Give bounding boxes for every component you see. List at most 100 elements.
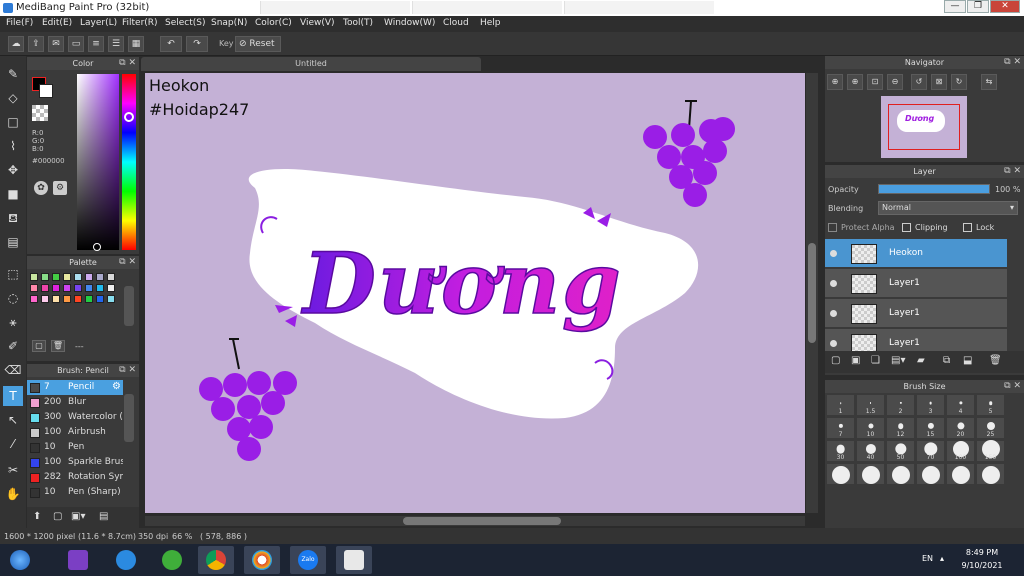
- eraser-tool-icon[interactable]: ◇: [3, 88, 23, 108]
- brush-size-cell[interactable]: [886, 463, 915, 485]
- transparent-color-swatch[interactable]: [32, 105, 48, 121]
- redo-icon[interactable]: ↷: [186, 36, 208, 52]
- hue-slider[interactable]: [122, 74, 136, 250]
- palette-swatch[interactable]: [63, 295, 71, 303]
- brush-size-cell[interactable]: 2: [886, 394, 915, 416]
- brush-size-cell[interactable]: 5: [976, 394, 1005, 416]
- drawing-canvas[interactable]: Dương Heokon #Hoidap247: [145, 73, 805, 513]
- brush-size-cell[interactable]: 150: [976, 440, 1005, 462]
- flip-horizontal-icon[interactable]: ⇆: [981, 74, 997, 90]
- menu-snap[interactable]: Snap(N): [211, 18, 247, 28]
- horizontal-scroll-thumb[interactable]: [403, 517, 561, 525]
- layer-menu-icon[interactable]: ▤▾: [891, 355, 905, 366]
- secondary-color-swatch[interactable]: [39, 84, 53, 98]
- brush-size-cell[interactable]: 4: [946, 394, 975, 416]
- palette-swatch[interactable]: [74, 273, 82, 281]
- brush-item[interactable]: 10 Pen: [27, 440, 123, 455]
- select-pen-icon[interactable]: ✐: [3, 336, 23, 356]
- delete-palette-icon[interactable]: 🗑: [51, 340, 65, 352]
- menu-tool[interactable]: Tool(T): [343, 18, 373, 28]
- vertical-scrollbar[interactable]: [806, 73, 818, 513]
- palette-swatch[interactable]: [96, 273, 104, 281]
- export-icon[interactable]: ⇪: [28, 36, 44, 52]
- coccoc-browser-icon[interactable]: [154, 546, 190, 574]
- select-tool-icon[interactable]: ⬚: [3, 264, 23, 284]
- palette-swatch[interactable]: [96, 284, 104, 292]
- palette-swatch[interactable]: [41, 284, 49, 292]
- panel-close-icon[interactable]: ⧉ ✕: [1004, 380, 1021, 393]
- chrome-icon[interactable]: [198, 546, 234, 574]
- system-clock[interactable]: 8:49 PM 9/10/2021: [957, 548, 1007, 570]
- brush-size-cell[interactable]: [916, 463, 945, 485]
- menu-select[interactable]: Select(S): [165, 18, 206, 28]
- brush-size-cell[interactable]: 30: [826, 440, 855, 462]
- color-picker-cursor[interactable]: [93, 243, 101, 251]
- color-wheel-icon[interactable]: ✿: [34, 181, 48, 195]
- rotate-left-icon[interactable]: ↺: [911, 74, 927, 90]
- merge-layer-icon[interactable]: ⬓: [963, 355, 972, 366]
- zoom-in-icon[interactable]: ⊕: [847, 74, 863, 90]
- magic-wand-icon[interactable]: ⚹: [3, 312, 23, 332]
- horizontal-scrollbar[interactable]: [145, 516, 805, 526]
- panel-close-icon[interactable]: ⧉ ✕: [119, 57, 136, 70]
- color-settings-icon[interactable]: ⚙: [53, 181, 67, 195]
- brush-size-cell[interactable]: 50: [886, 440, 915, 462]
- brush-tool-icon[interactable]: ✎: [3, 64, 23, 84]
- navigator-viewport-box[interactable]: [888, 104, 960, 150]
- brush-size-cell[interactable]: 15: [916, 417, 945, 439]
- restore-button[interactable]: ❐: [967, 0, 989, 13]
- palette-swatch[interactable]: [41, 273, 49, 281]
- brush-size-cell[interactable]: 25: [976, 417, 1005, 439]
- zoom-out-icon[interactable]: ⊖: [887, 74, 903, 90]
- layer-scrollbar[interactable]: [1007, 239, 1019, 351]
- brush-size-cell[interactable]: 12: [886, 417, 915, 439]
- palette-swatch[interactable]: [52, 295, 60, 303]
- layer-row[interactable]: Layer1: [825, 269, 1007, 298]
- visibility-icon[interactable]: [830, 310, 837, 317]
- zalo-icon[interactable]: Zalo: [290, 546, 326, 574]
- layer-row[interactable]: Layer1: [825, 329, 1007, 351]
- palette-swatch[interactable]: [41, 295, 49, 303]
- bucket-tool-icon[interactable]: ⛾: [3, 208, 23, 228]
- medibang-icon[interactable]: [336, 546, 372, 574]
- palette-swatch[interactable]: [85, 273, 93, 281]
- document-tab[interactable]: Untitled: [141, 57, 481, 71]
- brush-menu-icon[interactable]: ▣▾: [71, 511, 85, 522]
- opacity-slider[interactable]: [878, 184, 990, 194]
- palette-swatch[interactable]: [63, 284, 71, 292]
- brush-size-cell[interactable]: 3: [916, 394, 945, 416]
- move-tool-icon[interactable]: ✥: [3, 160, 23, 180]
- navigator-preview[interactable]: Dương: [881, 96, 967, 158]
- visibility-icon[interactable]: [830, 280, 837, 287]
- hand-tool-icon[interactable]: ✋: [3, 484, 23, 504]
- brush-size-cell[interactable]: [976, 463, 1005, 485]
- comment-icon[interactable]: ✉: [48, 36, 64, 52]
- paint-app-icon[interactable]: [244, 546, 280, 574]
- menu-file[interactable]: File(F): [6, 18, 33, 28]
- start-button[interactable]: [2, 546, 38, 574]
- panel-close-icon[interactable]: ⧉ ✕: [1004, 56, 1021, 69]
- operation-tool-icon[interactable]: ↖: [3, 410, 23, 430]
- palette-swatch[interactable]: [85, 295, 93, 303]
- brush-item[interactable]: 200 Blur: [27, 395, 123, 410]
- palette-swatch[interactable]: [107, 295, 115, 303]
- gear-icon[interactable]: ⚙: [112, 381, 121, 392]
- panel-close-icon[interactable]: ⧉ ✕: [119, 364, 136, 377]
- menu-layer[interactable]: Layer(L): [80, 18, 117, 28]
- lasso-tool-icon[interactable]: ◌: [3, 288, 23, 308]
- settings-list-icon[interactable]: ☰: [108, 36, 124, 52]
- brush-item[interactable]: 100 Airbrush: [27, 425, 123, 440]
- fit-screen-icon[interactable]: ⊡: [867, 74, 883, 90]
- copy-layer-icon[interactable]: ⧉: [943, 355, 950, 366]
- fill-rect-tool-icon[interactable]: ■: [3, 184, 23, 204]
- panel-close-icon[interactable]: ⧉ ✕: [1004, 165, 1021, 178]
- minimize-button[interactable]: —: [944, 0, 966, 13]
- palette-swatch[interactable]: [107, 273, 115, 281]
- internet-explorer-icon[interactable]: [108, 546, 144, 574]
- delete-layer-icon[interactable]: 🗑: [989, 355, 1002, 366]
- eyedropper-tool-icon[interactable]: ⁄: [3, 434, 23, 454]
- brush-size-cell[interactable]: 20: [946, 417, 975, 439]
- message-icon[interactable]: ▭: [68, 36, 84, 52]
- palette-swatch[interactable]: [107, 284, 115, 292]
- brush-size-cell[interactable]: 40: [856, 440, 885, 462]
